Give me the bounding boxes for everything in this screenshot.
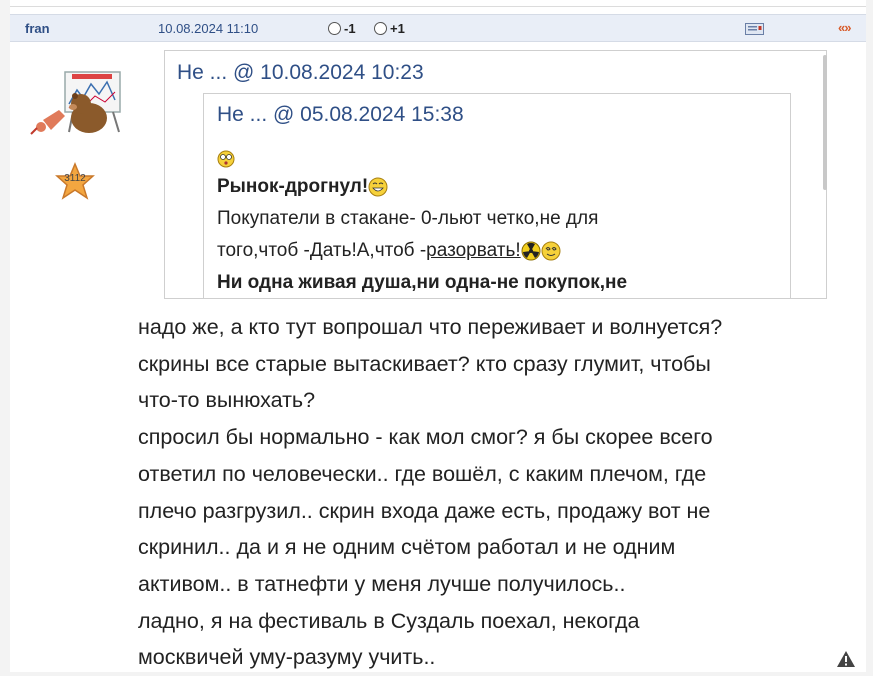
previous-post-edge [10, 0, 866, 7]
post-body-line: скринил.. да и я не одним счётом работал… [138, 535, 676, 560]
post-body-line: активом.. в татнефти у меня лучше получи… [138, 571, 626, 596]
dizzy-smiley-icon [541, 241, 561, 261]
quote-line-3b: разорвать! [426, 240, 521, 261]
radiation-icon [521, 241, 541, 261]
quote-line-3a: того,чтоб -Дать!А,чтоб - [217, 240, 427, 261]
nav-arrows[interactable]: «» [838, 20, 852, 35]
smiley-icon [217, 150, 235, 168]
quote-line-2: Покупатели в стакане- 0-льют четко,не дл… [217, 208, 599, 229]
post-body-line: москвичей уму-разуму учить.. [138, 645, 436, 670]
quote-line-1-text: Рынок-дрогнул! [217, 176, 369, 197]
vote-minus[interactable]: -1 [328, 21, 356, 36]
vote-minus-label: -1 [344, 21, 356, 36]
quote-line-4: Ни одна живая душа,ни одна-не покупок,не [217, 272, 628, 293]
vote-plus-radio[interactable] [374, 22, 387, 35]
forum-post: fran 10.08.2024 11:10 -1 +1 «» 3112 Не .… [10, 0, 866, 672]
rating-star: 3112 [55, 162, 95, 200]
user-avatar [30, 71, 121, 135]
quote-scrollbar[interactable] [823, 55, 827, 190]
author-name[interactable]: fran [25, 21, 50, 36]
post-body-line: надо же, а кто тут вопрошал что пережива… [138, 315, 723, 339]
post-body: надо же, а кто тут вопрошал что пережива… [138, 309, 858, 676]
grin-icon [368, 177, 388, 197]
rating-value: 3112 [64, 173, 86, 184]
post-body-line: скрины все старые вытаскивает? кто сразу… [138, 351, 711, 376]
quote-outer: Не ... @ 10.08.2024 10:23 Не ... @ 05.08… [164, 50, 827, 299]
post-body-line: спросил бы нормально - как мол смог? я б… [138, 425, 713, 450]
vote-minus-radio[interactable] [328, 22, 341, 35]
quote-line-1: Рынок-дрогнул! [217, 176, 388, 198]
warning-icon[interactable] [836, 650, 856, 668]
post-header: fran 10.08.2024 11:10 -1 +1 «» [10, 14, 866, 42]
post-date: 10.08.2024 11:10 [158, 21, 259, 36]
vote-plus[interactable]: +1 [374, 21, 405, 36]
quote-inner-header[interactable]: Не ... @ 05.08.2024 15:38 [217, 103, 464, 127]
post-body-line: что-то вынюхать? [138, 388, 316, 413]
smiley-icon-line [217, 148, 235, 170]
post-body-line: ладно, я на фестиваль в Суздаль поехал, … [138, 608, 640, 633]
post-body-line: ответил по человечески.. где вошёл, с ка… [138, 461, 707, 486]
vote-plus-label: +1 [390, 21, 405, 36]
post-body-line: плечо разгрузил.. скрин входа даже есть,… [138, 498, 711, 523]
quote-line-3: того,чтоб -Дать!А,чтоб -разорвать! [217, 240, 561, 262]
message-icon[interactable] [745, 23, 764, 35]
quote-inner: Не ... @ 05.08.2024 15:38 Рынок-дрогнул! [203, 93, 791, 298]
quote-outer-header[interactable]: Не ... @ 10.08.2024 10:23 [177, 61, 424, 85]
